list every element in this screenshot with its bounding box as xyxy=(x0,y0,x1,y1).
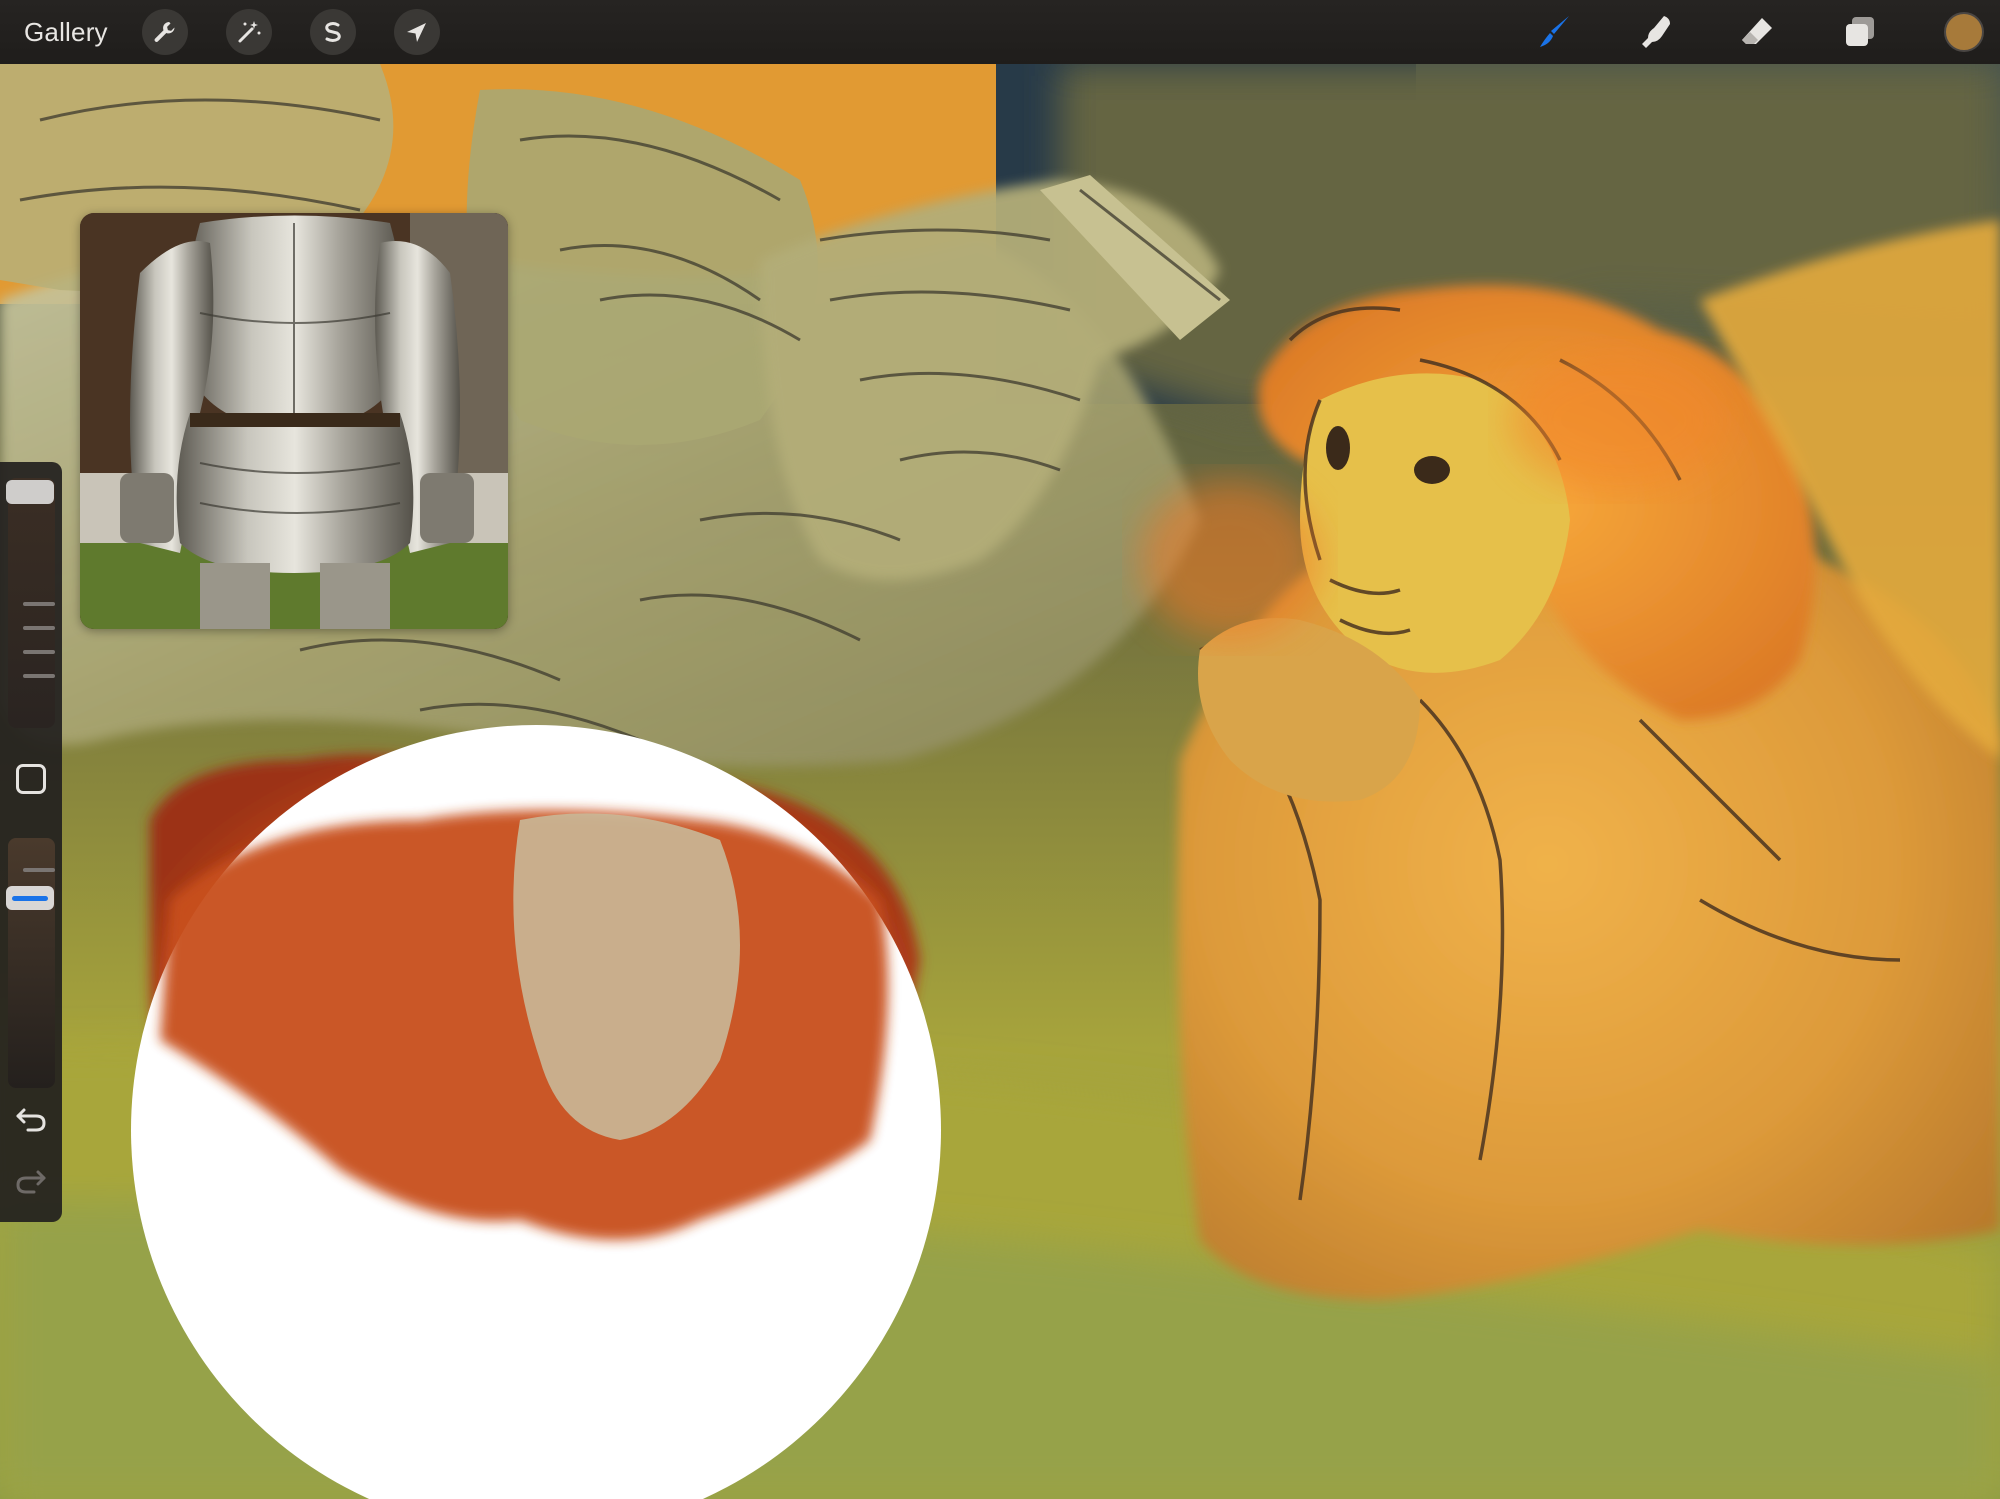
left-sidebar xyxy=(0,462,62,1222)
brush-opacity-thumb[interactable] xyxy=(6,886,54,910)
smudge-tool[interactable] xyxy=(1634,10,1678,54)
redo-icon[interactable] xyxy=(14,1164,48,1198)
arrow-cursor-icon xyxy=(407,23,426,42)
slider-tick xyxy=(23,602,55,606)
brush-opacity-slider[interactable] xyxy=(8,838,55,1088)
undo-icon[interactable] xyxy=(14,1102,48,1136)
slider-tick xyxy=(23,868,55,872)
brush-icon xyxy=(1540,16,1569,47)
adjustments-button[interactable] xyxy=(226,9,272,55)
selection-s-icon xyxy=(325,22,341,42)
reference-image-window[interactable] xyxy=(80,213,508,629)
magic-wand-icon xyxy=(238,21,261,43)
layers-icon xyxy=(1846,17,1874,46)
actions-button[interactable] xyxy=(142,9,188,55)
top-toolbar: Gallery xyxy=(0,0,2000,64)
brush-size-thumb[interactable] xyxy=(6,480,54,504)
slider-tick xyxy=(23,626,55,630)
selection-button[interactable] xyxy=(310,9,356,55)
gallery-button[interactable]: Gallery xyxy=(24,14,108,50)
color-picker-swatch[interactable] xyxy=(1944,12,1984,52)
brush-size-slider[interactable] xyxy=(8,478,55,728)
armor-reference-photo xyxy=(80,213,508,629)
smudge-finger-icon xyxy=(1642,16,1670,48)
eraser-tool[interactable] xyxy=(1736,10,1780,54)
brush-tool[interactable] xyxy=(1532,10,1576,54)
opacity-indicator xyxy=(12,895,48,901)
slider-tick xyxy=(23,674,55,678)
wrench-icon xyxy=(154,22,175,42)
modify-button[interactable] xyxy=(16,764,46,794)
slider-tick xyxy=(23,650,55,654)
transform-button[interactable] xyxy=(394,9,440,55)
layers-tool[interactable] xyxy=(1838,10,1882,54)
eraser-icon xyxy=(1742,18,1772,44)
